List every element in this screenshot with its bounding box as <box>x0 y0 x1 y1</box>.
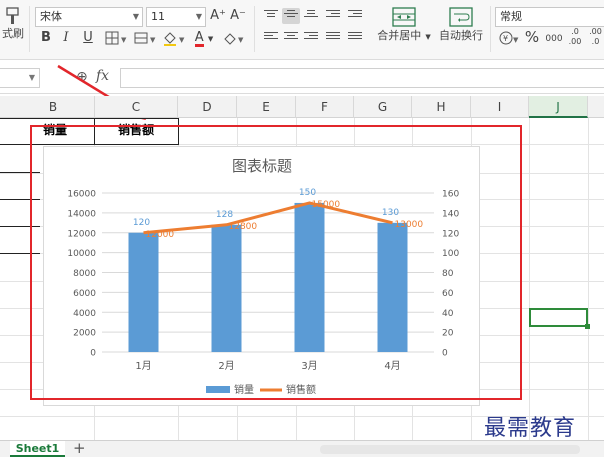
column-header-b[interactable]: B <box>0 96 95 118</box>
sheet-tab-bar: Sheet1 + <box>0 439 604 457</box>
column-header-h[interactable]: H <box>412 96 471 118</box>
highlight-frame <box>30 125 522 400</box>
column-header-row: B C D E F G H I J <box>0 96 604 118</box>
column-header-g[interactable]: G <box>354 96 412 118</box>
column-header-d[interactable]: D <box>178 96 237 118</box>
watermark-text: 最需教育 <box>484 416 577 441</box>
active-cell-selection[interactable] <box>529 308 590 329</box>
horizontal-scrollbar[interactable] <box>320 445 580 454</box>
column-header-f[interactable]: F <box>296 96 354 118</box>
add-sheet-button[interactable]: + <box>73 439 86 457</box>
column-header-i[interactable]: I <box>471 96 529 118</box>
column-header-e[interactable]: E <box>237 96 296 118</box>
column-header-j[interactable]: J <box>529 96 588 118</box>
column-header-c[interactable]: C <box>95 96 178 118</box>
sheet-tab-sheet1[interactable]: Sheet1 <box>10 441 65 457</box>
